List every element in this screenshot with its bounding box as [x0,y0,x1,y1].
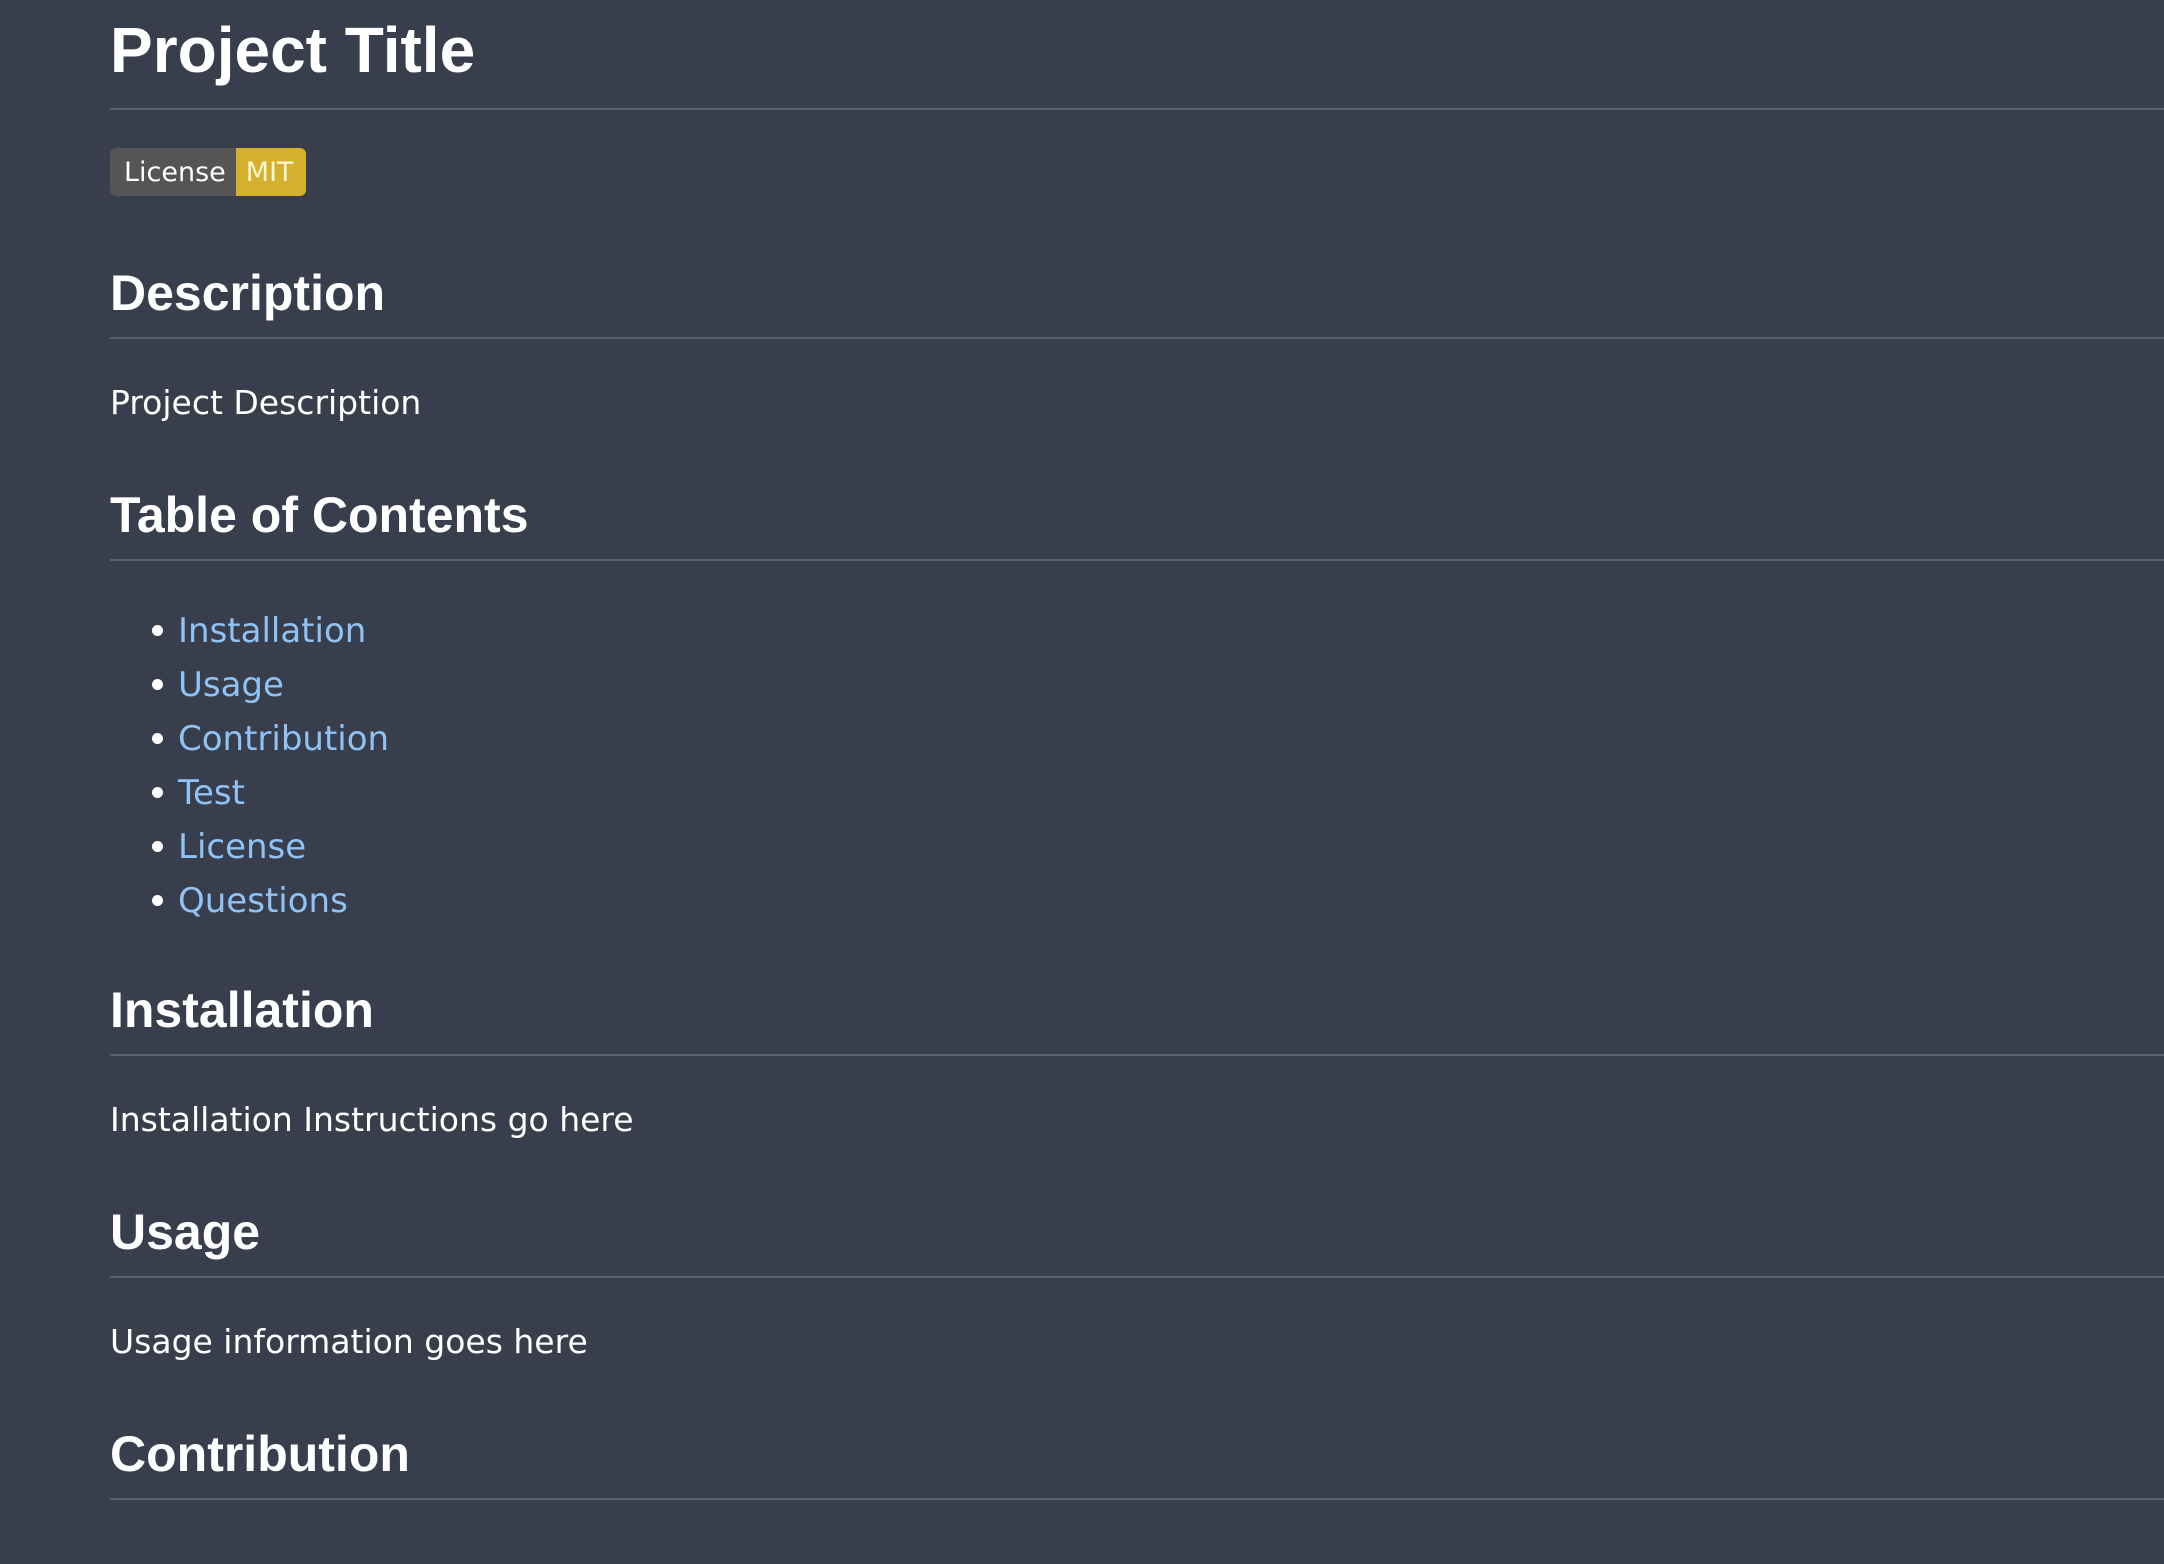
contribution-heading: Contribution [110,1429,2164,1500]
installation-heading: Installation [110,985,2164,1056]
toc-list: Installation Usage Contribution Test Lic… [110,604,2164,928]
license-badge-label: License [110,148,236,196]
toc-item-usage: Usage [152,658,2164,712]
bullet-icon [152,625,163,636]
toc-item-test: Test [152,766,2164,820]
toc-link-questions[interactable]: Questions [178,881,348,921]
toc-link-installation[interactable]: Installation [178,611,366,651]
bullet-icon [152,895,163,906]
toc-link-contribution[interactable]: Contribution [178,719,389,759]
license-badge: License MIT [110,148,306,196]
toc-link-usage[interactable]: Usage [178,665,284,705]
bullet-icon [152,733,163,744]
license-badge-value: MIT [235,148,306,196]
description-heading: Description [110,268,2164,339]
description-text: Project Description [110,383,422,422]
toc-heading: Table of Contents [110,490,2164,561]
toc-item-license: License [152,820,2164,874]
toc-item-contribution: Contribution [152,712,2164,766]
markdown-document: Project Title License MIT Description Pr… [110,0,2164,1500]
toc-item-questions: Questions [152,874,2164,928]
toc-item-installation: Installation [152,604,2164,658]
bullet-icon [152,787,163,798]
bullet-icon [152,679,163,690]
usage-text: Usage information goes here [110,1322,588,1361]
toc-link-test[interactable]: Test [178,773,245,813]
page-title: Project Title [110,0,2164,110]
bullet-icon [152,841,163,852]
toc-link-license[interactable]: License [178,827,306,867]
usage-heading: Usage [110,1207,2164,1278]
installation-text: Installation Instructions go here [110,1100,634,1139]
